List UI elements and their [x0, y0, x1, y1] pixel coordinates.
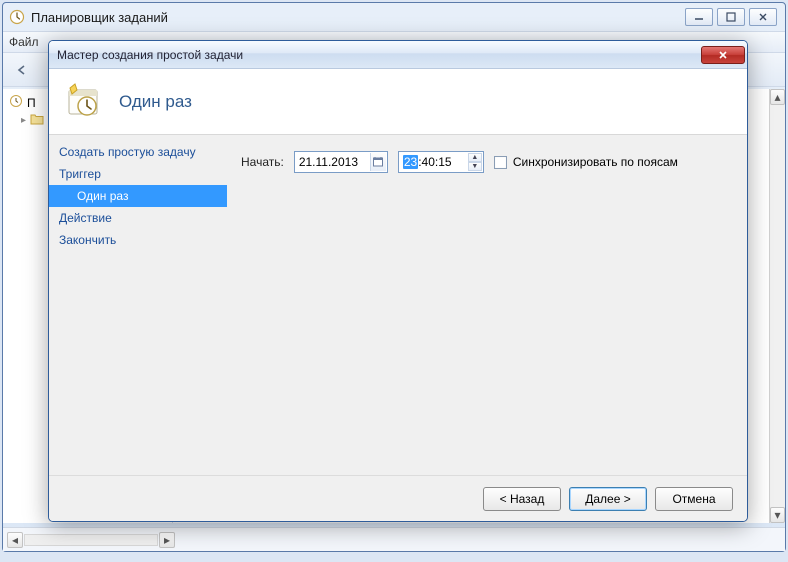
calendar-dropdown-button[interactable]: [370, 153, 386, 171]
wizard-header-icon: [63, 82, 103, 122]
step-create-task[interactable]: Создать простую задачу: [49, 141, 227, 163]
tree-root-label: П: [27, 96, 36, 110]
horizontal-scrollbar[interactable]: ◂ ▸: [7, 532, 175, 548]
start-date-input[interactable]: 21.11.2013: [294, 151, 388, 173]
next-button[interactable]: Далее >: [569, 487, 647, 511]
maximize-button[interactable]: [717, 8, 745, 26]
app-icon: [9, 9, 25, 25]
back-button[interactable]: < Назад: [483, 487, 561, 511]
wizard-body: Создать простую задачу Триггер Один раз …: [49, 135, 747, 475]
spin-up-icon[interactable]: ▲: [468, 153, 482, 162]
step-finish[interactable]: Закончить: [49, 229, 227, 251]
scroll-right-icon[interactable]: ▸: [159, 532, 175, 548]
sync-timezones-checkbox[interactable]: [494, 156, 507, 169]
main-titlebar: Планировщик заданий: [3, 3, 785, 31]
time-rest: :40:15: [418, 155, 451, 169]
minimize-button[interactable]: [685, 8, 713, 26]
wizard-titlebar[interactable]: Мастер создания простой задачи: [49, 41, 747, 69]
clock-icon: [9, 94, 23, 111]
start-date-value: 21.11.2013: [299, 155, 358, 169]
step-trigger[interactable]: Триггер: [49, 163, 227, 185]
spin-down-icon[interactable]: ▼: [468, 162, 482, 171]
step-once[interactable]: Один раз: [49, 185, 227, 207]
start-time-input[interactable]: 23:40:15 ▲ ▼: [398, 151, 484, 173]
expand-icon[interactable]: ▸: [21, 115, 26, 126]
wizard-header: Один раз: [49, 69, 747, 135]
wizard-footer: < Назад Далее > Отмена: [49, 475, 747, 521]
nav-back-button[interactable]: [9, 57, 35, 83]
scroll-left-icon[interactable]: ◂: [7, 532, 23, 548]
sync-timezones-label: Синхронизировать по поясам: [513, 155, 678, 169]
create-basic-task-wizard: Мастер создания простой задачи Один раз …: [48, 40, 748, 522]
wizard-title: Мастер создания простой задачи: [57, 48, 243, 62]
vertical-scrollbar[interactable]: ▴ ▾: [769, 89, 785, 523]
status-bar: ◂ ▸: [3, 527, 785, 551]
time-hour-selected[interactable]: 23: [403, 155, 418, 169]
wizard-content: Начать: 21.11.2013 23:40:15 ▲ ▼ С: [227, 135, 747, 475]
folder-icon: [30, 113, 44, 128]
wizard-header-title: Один раз: [119, 92, 192, 112]
wizard-close-button[interactable]: [701, 46, 745, 64]
cancel-button[interactable]: Отмена: [655, 487, 733, 511]
start-label: Начать:: [241, 155, 284, 169]
wizard-steps: Создать простую задачу Триггер Один раз …: [49, 135, 227, 475]
scrollbar-track[interactable]: [24, 534, 158, 546]
close-button[interactable]: [749, 8, 777, 26]
time-spinner[interactable]: ▲ ▼: [468, 153, 482, 171]
menu-file[interactable]: Файл: [9, 35, 39, 49]
main-window-title: Планировщик заданий: [31, 10, 168, 25]
step-action[interactable]: Действие: [49, 207, 227, 229]
scroll-down-icon[interactable]: ▾: [770, 507, 785, 523]
scroll-up-icon[interactable]: ▴: [770, 89, 785, 105]
